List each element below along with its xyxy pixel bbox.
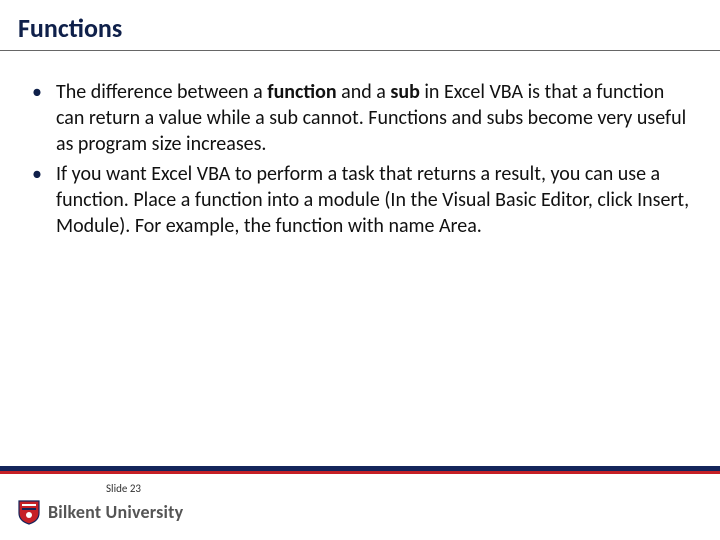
bullet-item: •If you want Excel VBA to perform a task…: [30, 161, 690, 239]
university-crest-icon: [18, 499, 40, 525]
bullet-text: The difference between a function and a …: [56, 79, 690, 157]
university-name: Bilkent University: [48, 501, 183, 523]
bullet-marker-icon: •: [30, 79, 56, 105]
bullet-item: •The difference between a function and a…: [30, 79, 690, 157]
plain-text: and a: [337, 80, 391, 104]
body-area: •The difference between a function and a…: [0, 51, 720, 466]
bold-text: sub: [390, 80, 419, 104]
bullet-marker-icon: •: [30, 161, 56, 187]
title-area: Functions: [0, 0, 720, 50]
slide-title: Functions: [18, 12, 702, 44]
logo-row: Bilkent University: [18, 499, 702, 525]
footer-area: Slide 23 Bilkent University: [0, 474, 720, 540]
footer-band: [0, 466, 720, 474]
slide-number: Slide 23: [106, 482, 702, 495]
plain-text: If you want Excel VBA to perform a task …: [56, 162, 689, 238]
bold-text: function: [267, 80, 336, 104]
plain-text: The difference between a: [56, 80, 267, 104]
slide: Functions •The difference between a func…: [0, 0, 720, 540]
bullet-list: •The difference between a function and a…: [30, 79, 690, 239]
bullet-text: If you want Excel VBA to perform a task …: [56, 161, 690, 239]
